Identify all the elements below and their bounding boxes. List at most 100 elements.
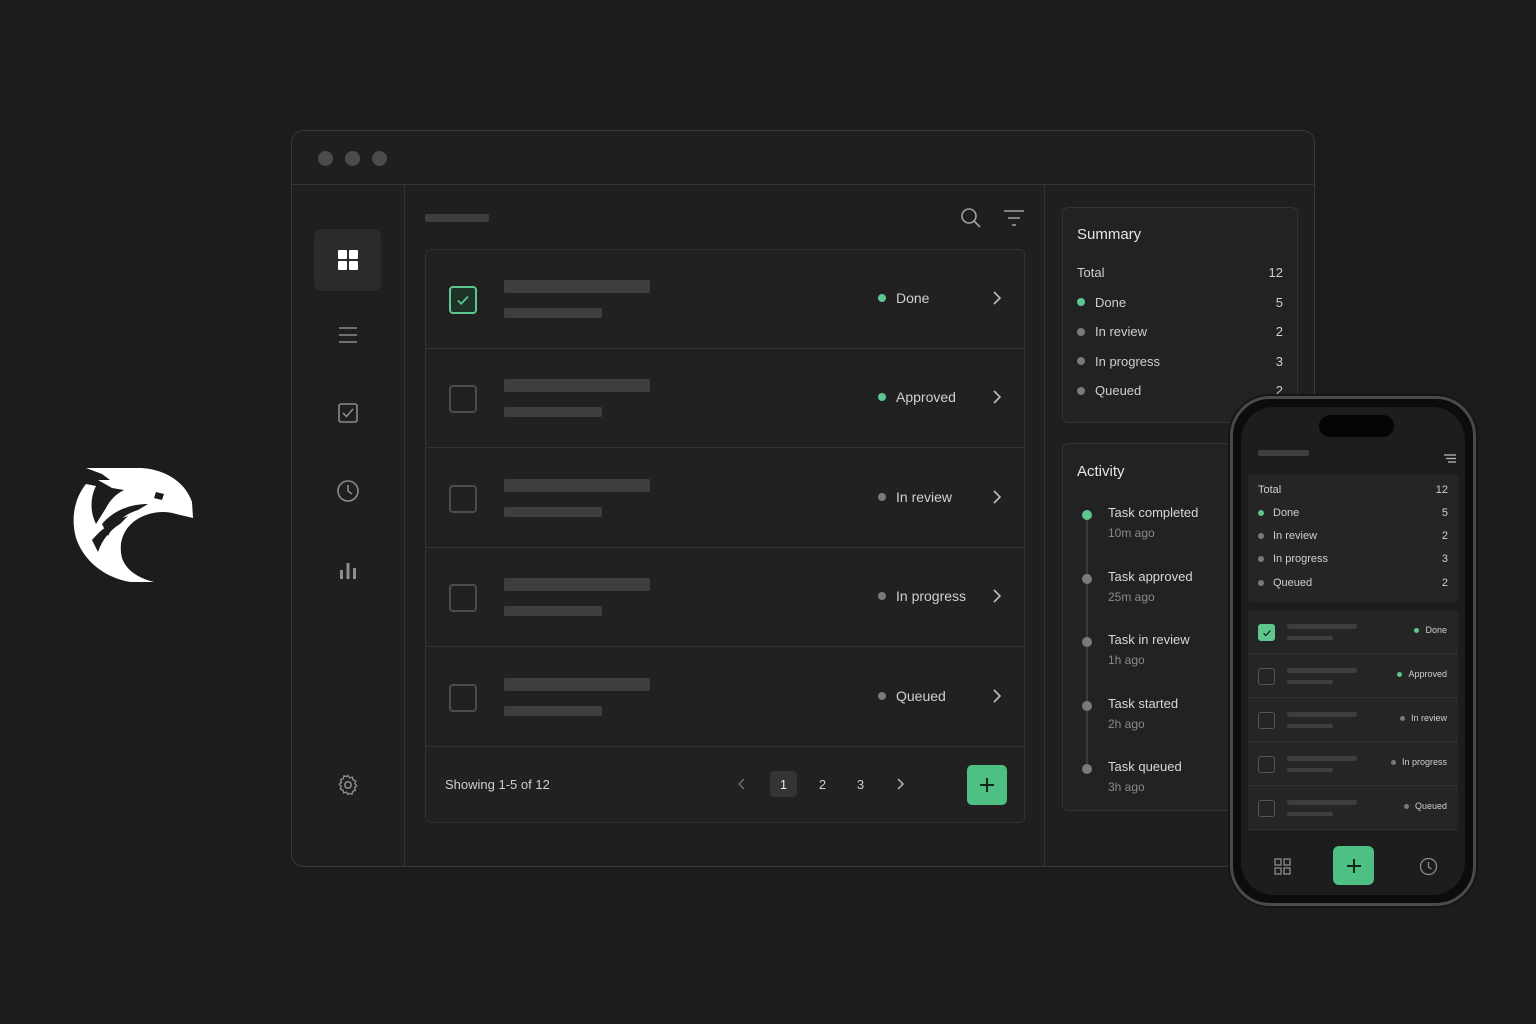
task-checkbox[interactable] [449, 286, 477, 314]
activity-title-text: Task queued [1108, 759, 1182, 774]
task-row[interactable]: In progress [426, 548, 1024, 648]
open-task-button[interactable] [992, 589, 1002, 608]
phone-summary-row-value: 5 [1441, 507, 1448, 519]
task-checkbox[interactable] [449, 584, 477, 613]
summary-row: Queued 2 [1077, 382, 1283, 400]
task-title-placeholder [1287, 668, 1357, 673]
sidebar-item-dashboard[interactable] [314, 229, 381, 291]
window-minimize-dot[interactable] [345, 151, 360, 166]
task-checkbox[interactable] [449, 484, 477, 513]
open-task-button[interactable] [992, 689, 1002, 708]
status-dot [1077, 357, 1085, 366]
plus-icon [980, 778, 994, 792]
page-button-3[interactable]: 3 [847, 771, 874, 797]
window-maximize-dot[interactable] [372, 151, 387, 166]
page-button-2[interactable]: 2 [809, 771, 836, 797]
status-dot [878, 592, 886, 601]
task-row[interactable]: Approved [426, 349, 1024, 449]
open-task-button[interactable] [992, 390, 1002, 409]
plus-icon [1346, 858, 1361, 873]
checkbox-icon [337, 403, 358, 423]
phone-summary-row-label: Queued [1273, 576, 1313, 589]
phone-task-row[interactable]: In review [1248, 698, 1458, 742]
task-subtitle-placeholder [504, 705, 602, 716]
phone-title-placeholder [1258, 450, 1309, 456]
phone-status-badge: Queued [1403, 801, 1447, 811]
status-label: Approved [896, 389, 956, 406]
task-title-placeholder [504, 280, 650, 293]
status-dot [1397, 671, 1403, 677]
status-dot [878, 393, 886, 402]
task-row[interactable]: In review [426, 449, 1024, 548]
clock-icon [1419, 857, 1438, 876]
phone-summary-row-label: In review [1273, 530, 1318, 543]
summary-row-label: In progress [1095, 353, 1161, 369]
task-subtitle-placeholder [1287, 768, 1333, 772]
task-title-placeholder [504, 379, 650, 393]
phone-summary-row-label: Done [1273, 507, 1300, 519]
search-icon [961, 208, 981, 228]
activity-item: Task queued 3h ago [1108, 759, 1182, 794]
add-task-button[interactable] [967, 765, 1007, 805]
timeline-dot [1082, 700, 1092, 711]
sidebar-item-tasks[interactable] [314, 382, 381, 444]
status-label: Done [896, 290, 930, 306]
phone-task-row[interactable]: In progress [1248, 742, 1458, 786]
filter-button[interactable] [1003, 209, 1025, 232]
phone-tab-history[interactable] [1419, 857, 1438, 881]
chevron-left-icon [737, 778, 745, 790]
prev-page-button[interactable] [728, 771, 755, 797]
phone-task-checkbox[interactable] [1258, 624, 1275, 641]
next-page-button[interactable] [886, 771, 913, 797]
phone-task-checkbox[interactable] [1258, 800, 1275, 817]
phone-menu-button[interactable] [1444, 450, 1456, 468]
window-close-dot[interactable] [318, 151, 333, 166]
status-label: In progress [1401, 757, 1447, 767]
phone-summary-row: In review 2 [1258, 529, 1448, 543]
summary-title: Summary [1077, 226, 1142, 243]
task-checkbox[interactable] [449, 385, 477, 414]
phone-screen: Total 12 Done 5 In review 2 In progress 3 Queu… [1241, 407, 1465, 895]
status-label: In progress [896, 588, 967, 605]
phone-task-checkbox[interactable] [1258, 712, 1275, 729]
task-row[interactable]: Queued [426, 648, 1024, 747]
activity-title: Activity [1077, 463, 1125, 480]
chevron-right-icon [993, 390, 1002, 404]
phone-mockup: Total 12 Done 5 In review 2 In progress 3 Queu… [1230, 396, 1476, 906]
phone-summary-row-value: 2 [1441, 530, 1448, 543]
sidebar-item-reports[interactable] [314, 539, 381, 601]
task-title-placeholder [504, 478, 650, 492]
phone-task-checkbox[interactable] [1258, 756, 1275, 773]
status-dot [878, 294, 886, 302]
timeline-dot [1082, 637, 1092, 647]
title-bar [292, 131, 1314, 185]
task-checkbox[interactable] [449, 683, 477, 712]
chevron-right-icon [993, 490, 1002, 504]
phone-summary-row: Queued 2 [1258, 576, 1448, 590]
open-task-button[interactable] [992, 490, 1002, 509]
phone-task-row[interactable]: Queued [1248, 786, 1458, 830]
task-row[interactable]: Done [426, 250, 1024, 349]
grid-icon [337, 250, 358, 270]
chevron-right-icon [993, 689, 1002, 703]
open-task-button[interactable] [992, 291, 1002, 310]
sidebar-item-list[interactable] [314, 304, 381, 366]
task-subtitle-placeholder [1287, 680, 1333, 684]
phone-task-checkbox[interactable] [1258, 668, 1275, 685]
clock-icon [336, 480, 359, 502]
summary-row-value: 3 [1275, 353, 1283, 369]
phone-summary-total-row: Total 12 [1258, 483, 1448, 497]
activity-item: Task completed 10m ago [1108, 505, 1198, 540]
phone-tab-dashboard[interactable] [1274, 858, 1291, 880]
status-badge: Queued [878, 688, 946, 704]
phone-task-row[interactable]: Done [1248, 610, 1458, 654]
settings-button[interactable] [314, 754, 381, 816]
sidebar-item-history[interactable] [314, 460, 381, 522]
activity-time: 2h ago [1108, 716, 1145, 731]
phone-task-row[interactable]: Approved [1248, 654, 1458, 698]
task-subtitle-placeholder [504, 407, 602, 418]
search-button[interactable] [960, 207, 982, 234]
timeline-dot [1082, 764, 1092, 774]
phone-add-task-button[interactable] [1333, 846, 1374, 885]
page-button-1[interactable]: 1 [770, 771, 797, 797]
